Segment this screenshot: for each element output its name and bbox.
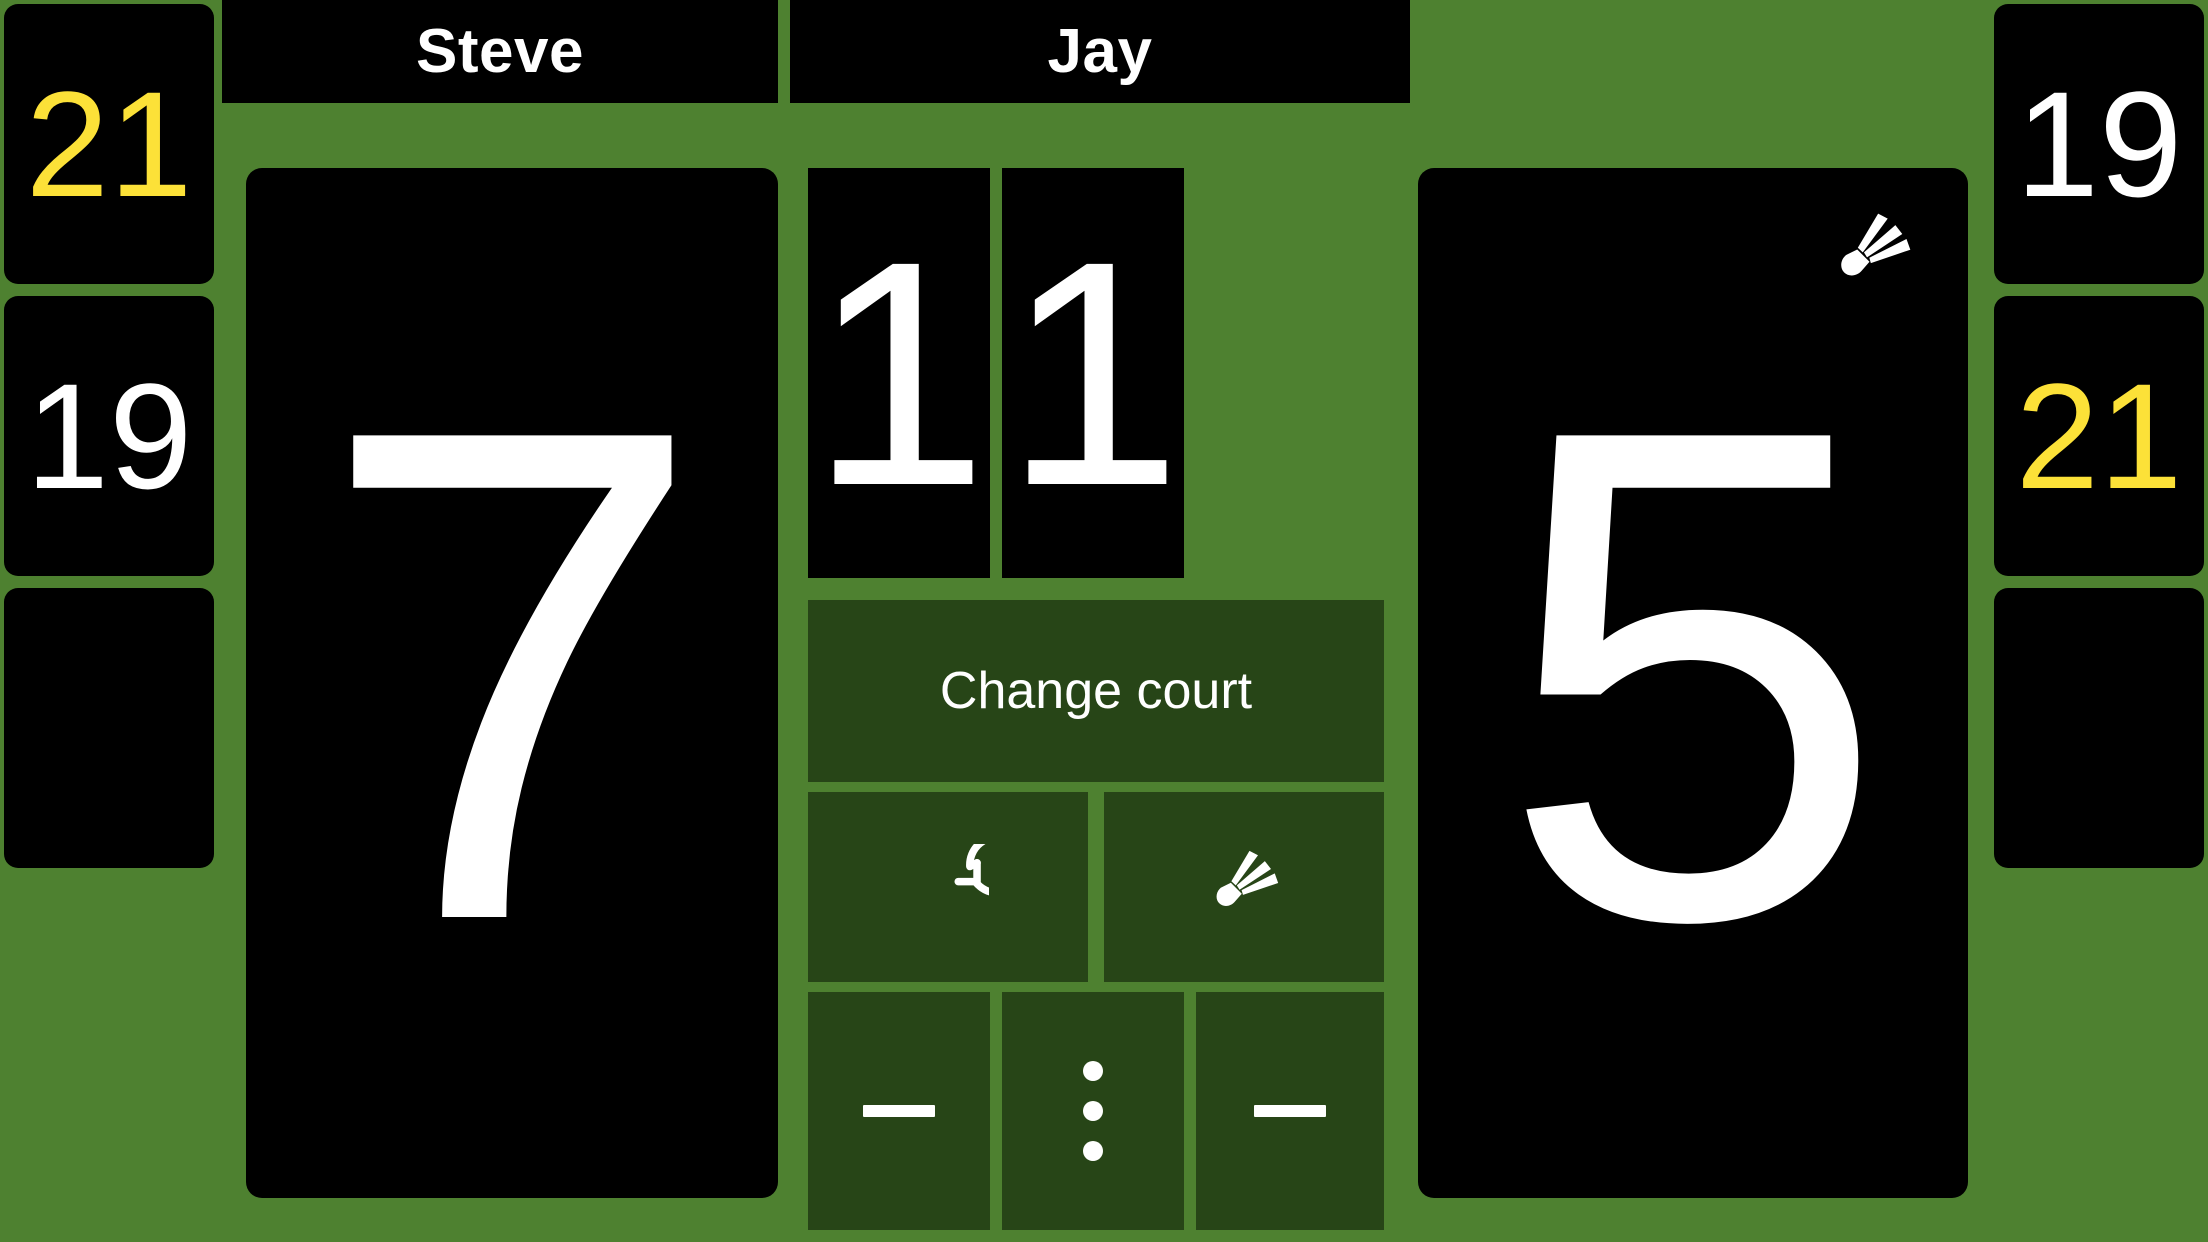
right-player-score-panel[interactable]: 5 xyxy=(1418,168,1968,1198)
left-score-decrement-button[interactable] xyxy=(808,992,990,1230)
undo-button[interactable] xyxy=(808,792,1088,982)
right-player-name[interactable]: Jay xyxy=(790,0,1410,103)
right-score-decrement-button[interactable] xyxy=(1196,992,1384,1230)
right-set-score-2[interactable]: 21 xyxy=(1994,296,2204,576)
left-player-score-panel[interactable]: 7 xyxy=(246,168,778,1198)
minus-icon xyxy=(863,1105,935,1117)
left-games-won[interactable]: 1 xyxy=(808,168,990,578)
shuttlecock-icon xyxy=(1203,844,1285,931)
left-set-score-3[interactable] xyxy=(4,588,214,868)
overflow-menu-button[interactable] xyxy=(1002,992,1184,1230)
right-set-score-3[interactable] xyxy=(1994,588,2204,868)
left-player-score: 7 xyxy=(317,284,707,1066)
right-games-won[interactable]: 1 xyxy=(1002,168,1184,578)
left-player-name[interactable]: Steve xyxy=(222,0,778,103)
serve-toggle-button[interactable] xyxy=(1104,792,1384,982)
right-set-score-1[interactable]: 19 xyxy=(1994,4,2204,284)
refresh-icon xyxy=(907,832,1030,931)
more-vertical-icon xyxy=(1083,1061,1103,1161)
right-player-score: 5 xyxy=(1498,284,1888,1066)
change-court-label: Change court xyxy=(939,662,1253,720)
minus-icon xyxy=(1254,1105,1326,1117)
badminton-scoreboard: 21 19 19 21 Steve Jay 7 5 1 1 Change cou… xyxy=(0,0,2208,1242)
left-set-score-1[interactable]: 21 xyxy=(4,4,214,284)
left-set-score-2[interactable]: 19 xyxy=(4,296,214,576)
shuttlecock-icon xyxy=(1824,204,1920,300)
change-court-button[interactable]: Change court xyxy=(808,600,1384,782)
